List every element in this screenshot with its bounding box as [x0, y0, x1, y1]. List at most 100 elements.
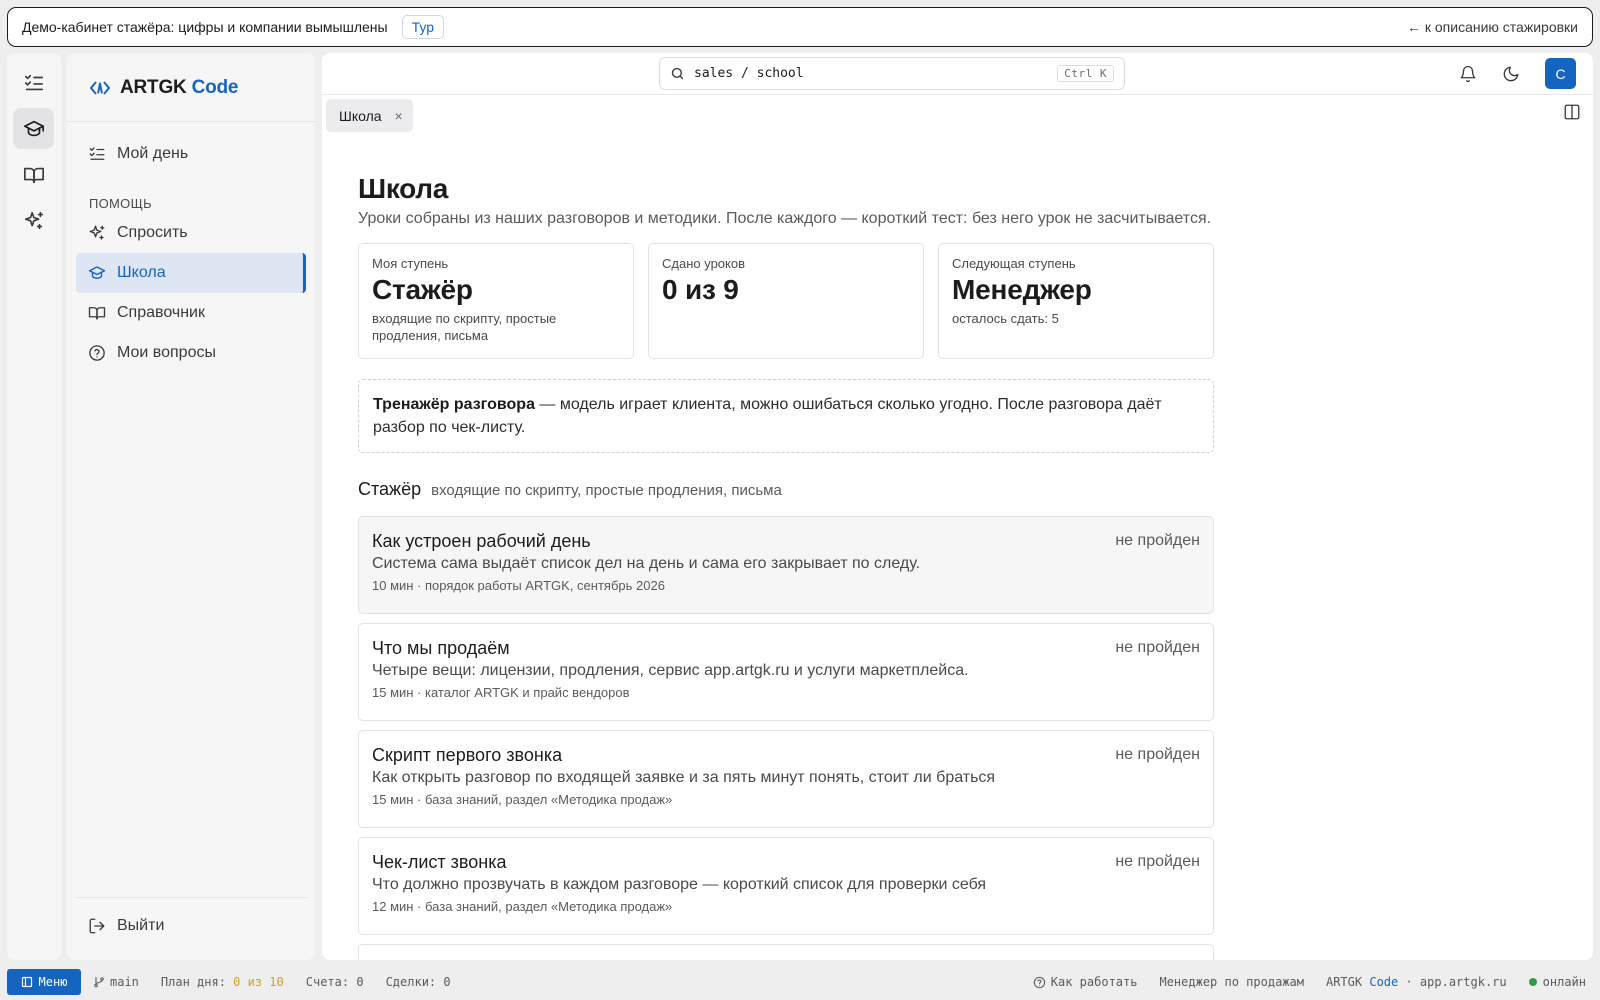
brand-name: ARTGK: [120, 77, 187, 98]
how-to-work-link[interactable]: Как работать: [1033, 975, 1138, 989]
sidebar-item-ask[interactable]: Спросить: [76, 213, 306, 253]
lesson-title: Что мы продаём: [372, 638, 510, 658]
menu-button[interactable]: Меню: [7, 969, 81, 995]
lesson-status: не пройден: [1115, 746, 1200, 763]
stat-note: осталось сдать: 5: [952, 311, 1059, 326]
section-label-help: ПОМОЩЬ: [89, 196, 152, 211]
panel-toggle-button[interactable]: [1563, 103, 1581, 126]
stats-row: Моя ступень Стажёр входящие по скрипту, …: [358, 243, 1214, 359]
footer-domain: · app.artgk.ru: [1405, 975, 1507, 989]
school-content: Школа Уроки собраны из наших разговоров …: [358, 173, 1214, 960]
lesson-card[interactable]: Чек-лист звонка Что должно прозвучать в …: [358, 837, 1214, 935]
sidebar-divider: [75, 897, 307, 898]
moon-icon: [1503, 66, 1519, 82]
graduation-cap-icon: [88, 266, 106, 279]
search-input[interactable]: sales / school Ctrl K: [659, 57, 1125, 90]
sidebar-item-my-questions[interactable]: Мои вопросы: [76, 333, 306, 373]
lesson-description: Что должно прозвучать в каждом разговоре…: [372, 876, 987, 893]
sparkles-icon: [24, 211, 43, 229]
tour-button[interactable]: Тур: [401, 15, 444, 39]
logout-button[interactable]: Выйти: [76, 906, 306, 946]
rail-my-day-button[interactable]: [13, 62, 54, 103]
checklist-icon: [89, 147, 105, 160]
brand-logo[interactable]: ARTGK Code: [89, 77, 238, 99]
avatar[interactable]: С: [1545, 58, 1576, 89]
icon-rail: [7, 53, 61, 960]
invoices-label: Счета:: [305, 975, 350, 989]
online-dot-icon: [1528, 978, 1537, 986]
conversation-trainer-card[interactable]: Тренажёр разговора — модель играет клиен…: [358, 379, 1214, 453]
back-to-description-link[interactable]: ← к описанию стажировки: [1407, 19, 1578, 35]
brand-accent: Code: [191, 77, 239, 98]
role-label: Менеджер по продажам: [1159, 975, 1304, 989]
branch-name: main: [110, 975, 139, 989]
daily-plan-indicator: План дня: 0 из 10: [161, 975, 284, 989]
code-brackets-icon: [90, 81, 110, 95]
demo-banner: Демо-кабинет стажёра: цифры и компании в…: [7, 7, 1593, 47]
lesson-meta: 12 мин · база знаний, раздел «Методика п…: [372, 899, 673, 914]
graduation-cap-icon: [23, 120, 44, 136]
sparkles-icon: [89, 225, 105, 240]
split-panel-icon: [1564, 104, 1580, 120]
sidebar-item-label: Мои вопросы: [117, 344, 216, 361]
lesson-title: Чек-лист звонка: [372, 852, 507, 872]
plan-value: 0 из 10: [233, 975, 284, 989]
question-circle-icon: [1033, 976, 1045, 988]
status-bar-right: Как работать Менеджер по продажам ARTGK …: [1011, 975, 1600, 989]
lesson-description: Четыре вещи: лицензии, продления, сервис…: [372, 662, 969, 679]
lesson-meta: 15 мин · база знаний, раздел «Методика п…: [372, 792, 673, 807]
checklist-icon: [24, 74, 43, 90]
tab-close-icon[interactable]: ×: [395, 108, 403, 124]
level-name: Стажёр: [358, 479, 422, 499]
main-panel: sales / school Ctrl K С Школа × Школа Ур…: [322, 53, 1593, 960]
sidebar-item-school[interactable]: Школа: [76, 253, 306, 293]
trainer-title: Тренажёр разговора: [373, 396, 535, 413]
footer-brand-name: ARTGK: [1325, 975, 1363, 989]
deals-indicator: Сделки: 0: [386, 975, 451, 989]
stat-label: Сдано уроков: [662, 256, 746, 271]
lesson-description: Система сама выдаёт список дел на день и…: [372, 555, 921, 572]
stat-value: Менеджер: [952, 274, 1092, 305]
lesson-status: не пройден: [1115, 532, 1200, 549]
lesson-status: не пройден: [1115, 853, 1200, 870]
sidebar-panel-icon: [21, 976, 32, 988]
stat-value: 0 из 9: [662, 274, 739, 305]
rail-school-button[interactable]: [13, 108, 54, 149]
lesson-card[interactable]: Как устроен рабочий день Система сама вы…: [358, 516, 1214, 614]
lesson-card[interactable]: Скрипт первого звонка Как открыть разгов…: [358, 730, 1214, 828]
lesson-description: Как открыть разговор по входящей заявке …: [372, 769, 996, 786]
sidebar-item-my-day[interactable]: Мой день: [76, 134, 306, 174]
invoices-value: 0: [356, 975, 364, 989]
page-title: Школа: [358, 173, 449, 204]
search-shortcut-badge: Ctrl K: [1057, 65, 1114, 82]
page-subtitle: Уроки собраны из наших разговоров и мето…: [358, 210, 1212, 227]
deals-value: 0: [443, 975, 451, 989]
notifications-button[interactable]: [1455, 61, 1481, 87]
stat-card-lessons: Сдано уроков 0 из 9: [648, 243, 924, 359]
demo-banner-text: Демо-кабинет стажёра: цифры и компании в…: [22, 19, 388, 35]
sidebar-item-label: Мой день: [117, 145, 189, 162]
book-icon: [23, 167, 44, 183]
stat-card-next-level: Следующая ступень Менеджер осталось сдат…: [938, 243, 1214, 359]
online-status: онлайн: [1528, 975, 1586, 989]
lesson-card[interactable]: Что мы продаём Четыре вещи: лицензии, пр…: [358, 623, 1214, 721]
rail-reference-button[interactable]: [13, 154, 54, 195]
lesson-card[interactable]: [358, 944, 1214, 960]
tab-label: Школа: [339, 107, 382, 124]
tab-school[interactable]: Школа ×: [326, 99, 413, 132]
question-circle-icon: [89, 345, 105, 361]
level-description: входящие по скрипту, простые продления, …: [431, 482, 782, 499]
plan-label: План дня:: [160, 975, 226, 989]
level-heading: Стажёр входящие по скрипту, простые прод…: [358, 479, 782, 500]
branch-indicator[interactable]: main: [93, 975, 139, 989]
lesson-status: не пройден: [1115, 639, 1200, 656]
sidebar-item-reference[interactable]: Справочник: [76, 293, 306, 333]
git-branch-icon: [94, 976, 104, 988]
status-bar: Меню main План дня: 0 из 10 Счета: 0 Сде…: [0, 964, 1600, 1000]
bell-icon: [1460, 65, 1476, 83]
how-to-work-label: Как работать: [1050, 975, 1138, 989]
theme-toggle-button[interactable]: [1498, 61, 1524, 87]
online-label: онлайн: [1542, 975, 1586, 989]
rail-ask-button[interactable]: [13, 200, 54, 241]
stat-card-level: Моя ступень Стажёр входящие по скрипту, …: [358, 243, 634, 359]
